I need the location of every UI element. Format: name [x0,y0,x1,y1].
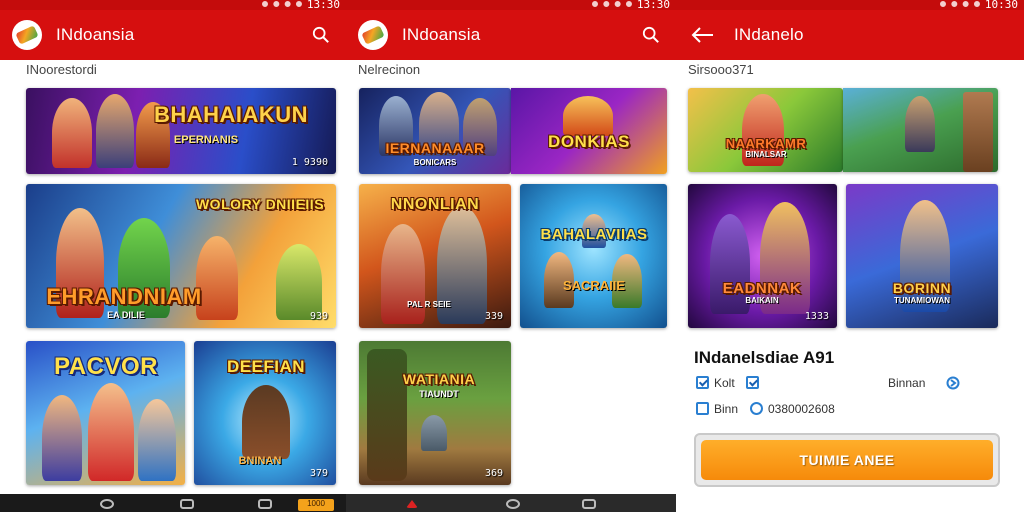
status-icons [940,1,980,8]
home-nav-button[interactable] [406,500,418,508]
card-extra-title: WOLORY DNIIEIIS [195,196,325,212]
status-bar: 13:30 [0,0,346,11]
card-title: NNONLIAN [390,196,480,213]
card-subtitle: TUNAMIOWAN [894,296,950,305]
card-title: BAHALAVIIAS [540,226,648,243]
app-bar: INdanelo [676,10,1024,60]
checkbox-icon[interactable] [746,376,759,389]
card-title: WATIANIA [402,371,476,387]
navigation-bar [346,494,676,512]
option-label: 0380002608 [768,402,835,416]
status-icons [262,1,302,8]
nav-badge[interactable]: 1000 [298,499,334,511]
home-nav-button[interactable] [100,499,114,509]
app-logo-icon[interactable] [358,20,388,50]
game-card[interactable]: DEEFIAN BNINAN 379 [194,341,336,485]
card-title: BORINN [892,280,952,296]
option-label: Binn [714,402,739,416]
card-count: 1 9390 [291,157,328,168]
card-title: EHRANDNIAM [46,284,202,309]
option-label: Kolt [714,376,735,390]
square-nav-button[interactable] [258,499,272,509]
recents-nav-button[interactable] [180,499,194,509]
card-subtitle: BINALSAR [745,150,787,159]
game-card[interactable]: BHAHAIAKUN EPERNANIS 1 9390 [26,88,336,174]
card-title: PACVOR [54,353,158,380]
option-label: Binnan [888,376,926,390]
card-count: 939 [309,311,328,322]
section-label: INoorestordi [26,62,97,77]
card-subtitle: BONICARS [413,158,457,167]
game-card[interactable]: BORINN TUNAMIOWAN [846,184,998,328]
checkbox-icon[interactable] [750,402,763,415]
navigation-bar: 1000 [0,494,346,512]
screen-3: 10:30 INdanelo Sirsooo371 NAARKAMR BINAL… [676,0,1024,512]
section-label: Sirsooo371 [688,62,754,77]
status-bar: 10:30 [676,0,1024,11]
cta-container: TUIMIE ANEE [694,433,1000,487]
back-arrow-icon[interactable] [690,26,716,44]
card-subtitle: SACRAIIE [562,278,626,293]
share-icon[interactable] [946,376,960,390]
info-title: INdanelsdiae A91 [694,348,835,367]
app-logo-icon[interactable] [12,20,42,50]
card-subtitle: BNINAN [238,455,282,467]
card-count: 379 [309,468,328,479]
app-bar: INdoansia [0,10,346,60]
card-title: DEEFIAN [226,357,306,376]
card-count: 339 [484,311,503,322]
game-card[interactable]: DONKIAS [511,88,667,174]
game-card[interactable]: PACVOR [26,341,185,485]
card-subtitle: EA DILIE [107,310,145,320]
game-card[interactable] [843,88,998,172]
app-title: INdanelo [734,25,804,44]
game-card[interactable]: NNONLIAN PAL R SEIE 339 [359,184,511,328]
card-subtitle: BAIKAIN [745,296,779,305]
card-title: IERNANAAAR [385,140,485,156]
app-bar: INdoansia [346,10,676,60]
card-title: EADNNAK [722,280,802,297]
section-label: Nelrecinon [358,62,421,77]
game-card[interactable]: IERNANAAAR BONICARS [359,88,511,174]
status-icons [592,1,632,8]
game-card[interactable]: EADNNAK BAIKAIN 1333 [688,184,837,328]
screen-2: 13:30 INdoansia Nelrecinon IERNANAAAR BO… [346,0,676,512]
cta-button[interactable]: TUIMIE ANEE [701,440,993,480]
app-title: INdoansia [402,25,481,44]
search-icon[interactable] [312,26,330,44]
game-card[interactable]: NAARKAMR BINALSAR [688,88,843,172]
square-nav-button[interactable] [582,499,596,509]
card-count: 1333 [804,311,829,322]
game-card[interactable]: WOLORY DNIIEIIS EHRANDNIAM EA DILIE 939 [26,184,336,328]
card-subtitle: EPERNANIS [173,134,239,146]
card-title: BHAHAIAKUN [153,102,309,127]
checkbox-icon[interactable] [696,402,709,415]
card-subtitle: TIAUNDT [419,389,459,399]
recents-nav-button[interactable] [506,499,520,509]
status-bar: 13:30 [346,0,676,11]
card-title: NAARKAMR [725,136,807,151]
card-subtitle: PAL R SEIE [407,300,451,309]
screen-1: 13:30 INdoansia INoorestordi BHAHAIAKUN … [0,0,346,512]
app-title: INdoansia [56,25,135,44]
checkbox-icon[interactable] [696,376,709,389]
game-card[interactable]: BAHALAVIIAS SACRAIIE [520,184,667,328]
game-card[interactable]: WATIANIA TIAUNDT 369 [359,341,511,485]
search-icon[interactable] [642,26,660,44]
card-title: DONKIAS [548,132,630,151]
card-count: 369 [484,468,503,479]
